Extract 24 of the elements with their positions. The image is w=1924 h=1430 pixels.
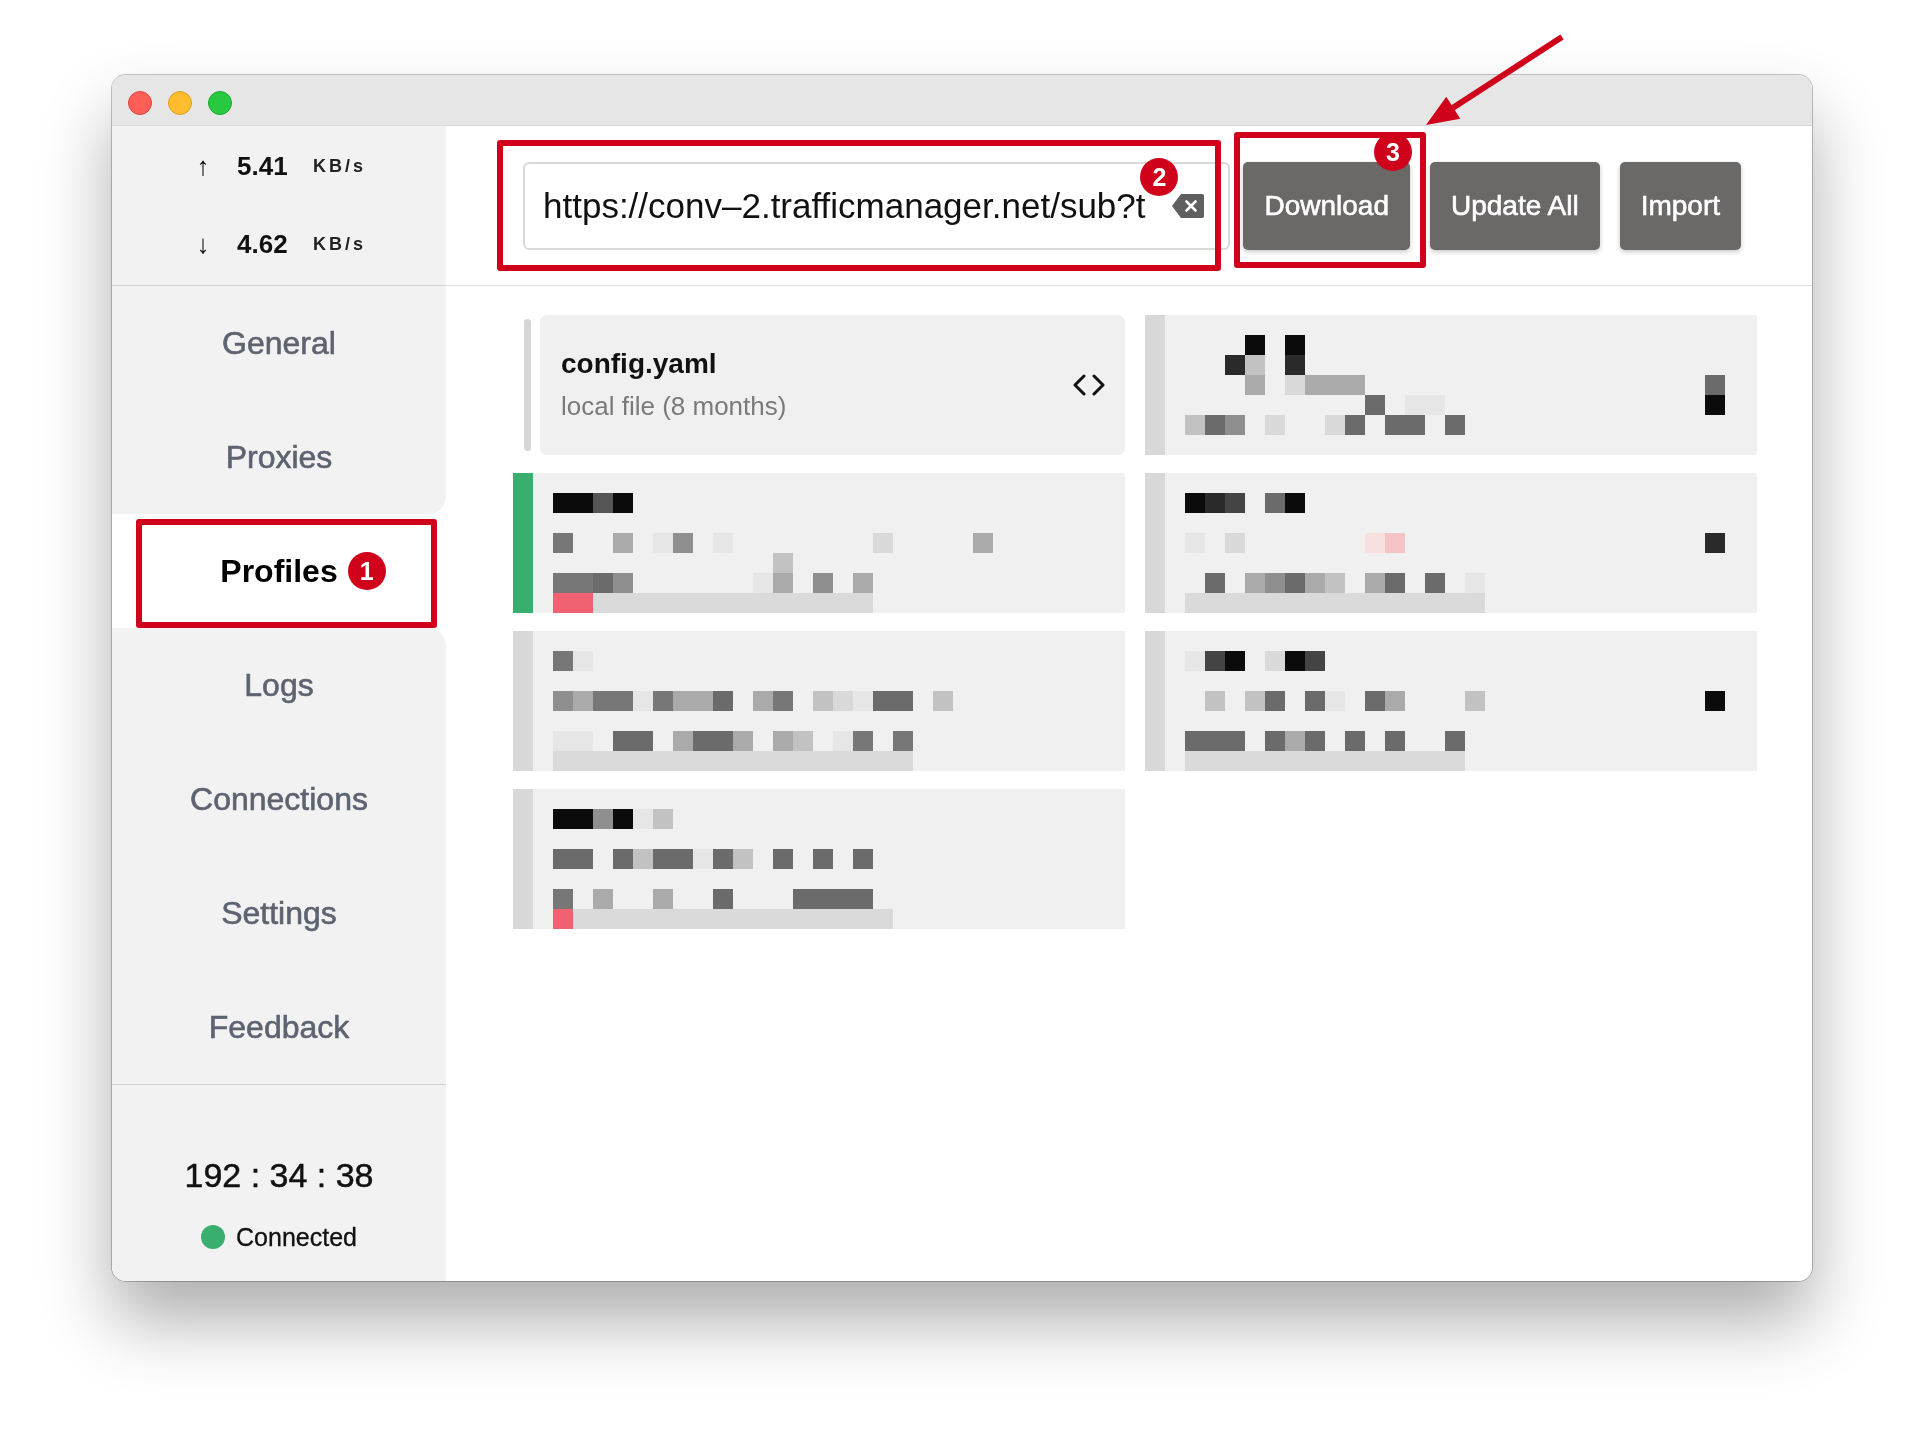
profile-detail: local file (8 months): [561, 390, 787, 423]
sidebar-nav-item[interactable]: Settings: [112, 856, 446, 970]
sidebar-nav-item[interactable]: General: [112, 286, 446, 400]
profile-card[interactable]: config.yaml local file (8 months): [540, 315, 1125, 455]
speed-arrow: ↑: [196, 150, 210, 182]
step-number-badge: 2: [1140, 157, 1179, 196]
speed-value: 4.62: [237, 228, 288, 260]
speed-unit: KB/s: [313, 233, 366, 255]
uptime-timer: 192 : 34 : 38: [184, 1155, 374, 1195]
code-icon[interactable]: [1073, 374, 1105, 396]
connection-status: Connected: [236, 1222, 357, 1252]
speed-arrow: ↓: [196, 228, 210, 260]
close-icon[interactable]: [128, 91, 152, 115]
sidebar-nav-item[interactable]: Feedback: [112, 970, 446, 1084]
speed-unit: KB/s: [313, 155, 366, 177]
clear-icon[interactable]: [1172, 193, 1205, 218]
toolbar-button[interactable]: Import: [1619, 161, 1741, 250]
toolbar-button[interactable]: Update All: [1430, 161, 1600, 250]
speed-value: 5.41: [237, 150, 288, 182]
sidebar-nav-item[interactable]: Logs: [112, 628, 446, 742]
profile-name: config.yaml: [561, 347, 717, 381]
toolbar-button[interactable]: Download: [1243, 161, 1410, 250]
sidebar-nav-item[interactable]: Connections: [112, 742, 446, 856]
sidebar-nav-item[interactable]: Proxies: [112, 400, 446, 514]
